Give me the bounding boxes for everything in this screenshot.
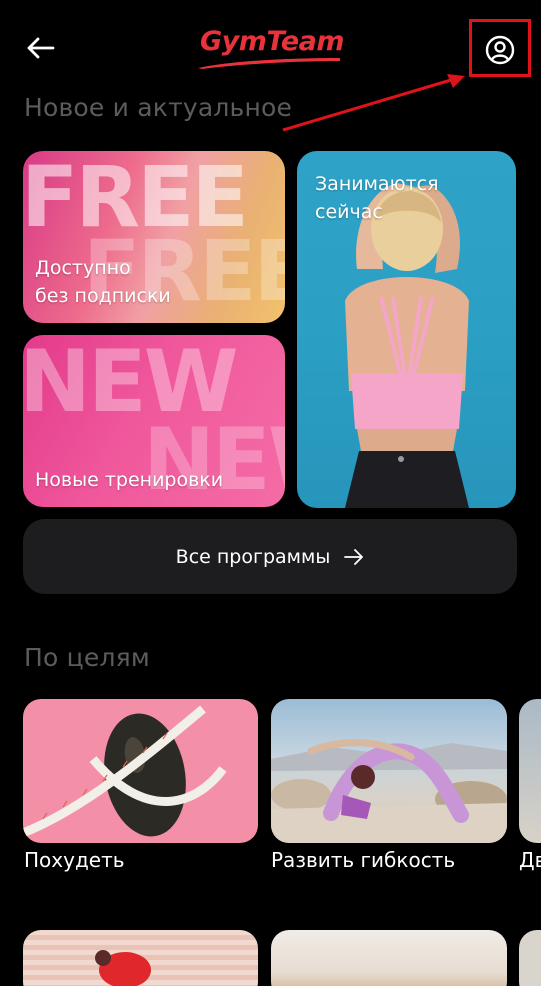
logo-swoosh [198, 58, 340, 69]
back-button[interactable] [22, 30, 58, 66]
annotation-highlight-box [469, 19, 531, 77]
section-title-goals: По целям [24, 643, 150, 672]
gymteam-logo: GymTeam [196, 22, 346, 72]
card-training-now[interactable]: Занимаются сейчас [297, 151, 516, 508]
goal-label-third: Дв [519, 848, 541, 872]
card-free-label-line2: без подписки [35, 284, 171, 307]
card-now-label-line1: Занимаются [315, 173, 439, 195]
card-now-label: Занимаются сейчас [315, 171, 439, 226]
card-free-access[interactable]: FREE FREE Доступно без подписки [23, 151, 285, 323]
workout-figure-image [95, 950, 151, 986]
goal-label-flexibility: Развить гибкость [271, 848, 456, 872]
goal-card-flexibility[interactable] [271, 699, 507, 843]
card-now-label-line2: сейчас [315, 200, 383, 223]
arrow-left-icon [27, 37, 55, 59]
goal-card-row2-1[interactable] [23, 930, 258, 986]
top-bar: GymTeam [0, 0, 541, 96]
card-new-workouts[interactable]: NEW NEW Новые тренировки [23, 335, 285, 507]
avocado-measuring-tape-image [23, 705, 227, 838]
yoga-pose-image [271, 739, 507, 843]
card-free-label-line1: Доступно [35, 257, 131, 279]
section-title-new: Новое и актуальное [24, 93, 293, 122]
logo-text: GymTeam [200, 26, 345, 57]
all-programs-label: Все программы [175, 545, 331, 568]
goal-card-row2-3[interactable] [519, 930, 541, 986]
card-new-label: Новые тренировки [35, 469, 224, 491]
goal-card-row2-2[interactable] [271, 930, 507, 986]
goal-card-lose-weight[interactable] [23, 699, 258, 843]
goal-label-lose-weight: Похудеть [24, 848, 125, 872]
card-free-label: Доступно без подписки [35, 255, 171, 310]
arrow-right-icon [344, 548, 364, 565]
all-programs-button[interactable]: Все программы [23, 519, 517, 594]
goal-card-third[interactable] [519, 699, 541, 843]
